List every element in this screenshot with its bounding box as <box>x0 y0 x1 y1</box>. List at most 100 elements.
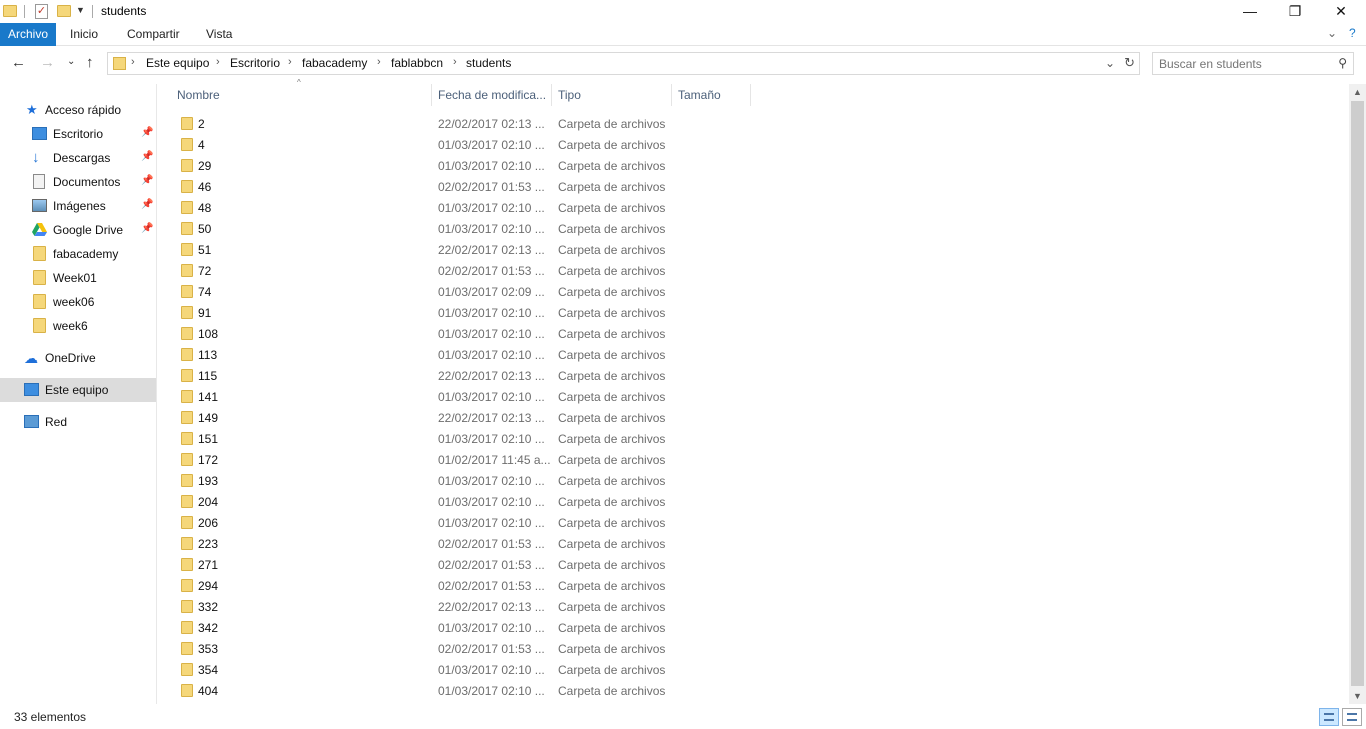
tab-compartir[interactable]: Compartir <box>127 23 180 46</box>
pin-icon[interactable]: 📌 <box>141 127 153 138</box>
file-row[interactable]: 91 01/03/2017 02:10 ... Carpeta de archivo… <box>160 302 1340 323</box>
close-button[interactable]: ✕ <box>1318 0 1364 23</box>
tab-inicio[interactable]: Inicio <box>70 23 98 46</box>
file-type: Carpeta de archivos <box>558 474 666 488</box>
back-arrow-icon[interactable]: ← <box>11 54 26 71</box>
breadcrumb-fablabbcn[interactable]: fablabbcn <box>391 56 443 70</box>
file-row[interactable]: 342 01/03/2017 02:10 ... Carpeta de archiv… <box>160 617 1340 638</box>
pin-icon[interactable]: 📌 <box>141 151 153 162</box>
file-row[interactable]: 151 01/03/2017 02:10 ... Carpeta de archiv… <box>160 428 1340 449</box>
up-arrow-icon[interactable]: ↑ <box>86 54 94 71</box>
file-row[interactable]: 353 02/02/2017 01:53 ... Carpeta de archiv… <box>160 638 1340 659</box>
file-row[interactable]: 404 01/03/2017 02:10 ... Carpeta de archiv… <box>160 680 1340 701</box>
column-header-size[interactable]: Tamaño <box>672 84 750 106</box>
help-icon[interactable]: ? <box>1349 26 1356 40</box>
pin-icon[interactable]: 📌 <box>141 175 153 186</box>
file-type: Carpeta de archivos <box>558 663 666 677</box>
file-date: 22/02/2017 02:13 ... <box>438 411 545 425</box>
nav-item-documentos[interactable]: Documentos 📌 <box>0 170 156 194</box>
chevron-down-icon[interactable]: ⌄ <box>1105 56 1115 70</box>
file-row[interactable]: 48 01/03/2017 02:10 ... Carpeta de archivo… <box>160 197 1340 218</box>
file-row[interactable]: 172 01/02/2017 11:45 a... Carpeta de archi… <box>160 449 1340 470</box>
chevron-right-icon[interactable]: › <box>453 56 457 68</box>
details-view-button[interactable] <box>1319 708 1339 726</box>
recent-locations-icon[interactable]: ⌄ <box>67 56 75 67</box>
properties-icon[interactable]: ✓ <box>35 4 48 19</box>
file-row[interactable]: 271 02/02/2017 01:53 ... Carpeta de archiv… <box>160 554 1340 575</box>
file-row[interactable]: 113 01/03/2017 02:10 ... Carpeta de archiv… <box>160 344 1340 365</box>
folder-icon <box>33 318 46 333</box>
chevron-down-icon[interactable]: ⌄ <box>1327 26 1337 40</box>
breadcrumb-students[interactable]: students <box>466 56 511 70</box>
file-row[interactable]: 2 22/02/2017 02:13 ... Carpeta de archivos <box>160 113 1340 134</box>
search-input[interactable] <box>1159 56 1329 72</box>
search-icon[interactable]: ⚲ <box>1338 56 1347 70</box>
nav-item-quick-access[interactable]: ★ Acceso rápido <box>0 98 156 122</box>
refresh-icon[interactable]: ↻ <box>1124 55 1135 71</box>
file-row[interactable]: 29 01/03/2017 02:10 ... Carpeta de archivo… <box>160 155 1340 176</box>
file-row[interactable]: 74 01/03/2017 02:09 ... Carpeta de archivo… <box>160 281 1340 302</box>
vertical-scrollbar[interactable]: ▲ ▼ <box>1349 84 1366 704</box>
nav-item-imagenes[interactable]: Imágenes 📌 <box>0 194 156 218</box>
customize-toolbar-icon[interactable]: ▼ <box>76 5 85 15</box>
file-row[interactable]: 223 02/02/2017 01:53 ... Carpeta de archiv… <box>160 533 1340 554</box>
documents-icon <box>33 174 45 189</box>
pin-icon[interactable]: 📌 <box>141 199 153 210</box>
forward-arrow-icon[interactable]: → <box>40 54 55 71</box>
file-date: 01/03/2017 02:10 ... <box>438 201 545 215</box>
nav-item-week6[interactable]: week6 <box>0 314 156 338</box>
tab-vista[interactable]: Vista <box>206 23 232 46</box>
maximize-button[interactable]: ❐ <box>1272 0 1318 23</box>
scroll-up-icon[interactable]: ▲ <box>1353 87 1362 97</box>
file-date: 01/02/2017 11:45 a... <box>438 453 551 467</box>
search-box[interactable]: ⚲ <box>1152 52 1354 75</box>
file-row[interactable]: 51 22/02/2017 02:13 ... Carpeta de archivo… <box>160 239 1340 260</box>
file-row[interactable]: 149 22/02/2017 02:13 ... Carpeta de archiv… <box>160 407 1340 428</box>
network-icon <box>24 415 39 428</box>
minimize-button[interactable]: — <box>1227 0 1273 23</box>
large-icons-view-button[interactable] <box>1342 708 1362 726</box>
file-row[interactable]: 72 02/02/2017 01:53 ... Carpeta de archivo… <box>160 260 1340 281</box>
nav-item-google-drive[interactable]: Google Drive 📌 <box>0 218 156 242</box>
column-header-type[interactable]: Tipo <box>552 84 670 106</box>
file-name: 115 <box>198 369 218 383</box>
nav-item-week06[interactable]: week06 <box>0 290 156 314</box>
nav-item-week01[interactable]: Week01 <box>0 266 156 290</box>
scroll-down-icon[interactable]: ▼ <box>1353 691 1362 701</box>
file-row[interactable]: 193 01/03/2017 02:10 ... Carpeta de archiv… <box>160 470 1340 491</box>
file-row[interactable]: 4 01/03/2017 02:10 ... Carpeta de archivos <box>160 134 1340 155</box>
breadcrumb-fabacademy[interactable]: fabacademy <box>302 56 367 70</box>
chevron-right-icon[interactable]: › <box>216 56 220 68</box>
tab-archivo[interactable]: Archivo <box>0 23 56 46</box>
nav-item-fabacademy[interactable]: fabacademy <box>0 242 156 266</box>
column-divider[interactable] <box>750 84 751 106</box>
scrollbar-thumb[interactable] <box>1351 101 1364 686</box>
file-row[interactable]: 50 01/03/2017 02:10 ... Carpeta de archivo… <box>160 218 1340 239</box>
nav-item-escritorio[interactable]: Escritorio 📌 <box>0 122 156 146</box>
column-header-date[interactable]: Fecha de modifica... <box>432 84 550 106</box>
folder-icon <box>181 201 193 214</box>
file-row[interactable]: 46 02/02/2017 01:53 ... Carpeta de archivo… <box>160 176 1340 197</box>
pin-icon[interactable]: 📌 <box>141 223 153 234</box>
chevron-right-icon[interactable]: › <box>131 56 135 68</box>
file-row[interactable]: 332 22/02/2017 02:13 ... Carpeta de archiv… <box>160 596 1340 617</box>
file-row[interactable]: 294 02/02/2017 01:53 ... Carpeta de archiv… <box>160 575 1340 596</box>
file-row[interactable]: 108 01/03/2017 02:10 ... Carpeta de archiv… <box>160 323 1340 344</box>
breadcrumb-este-equipo[interactable]: Este equipo <box>146 56 209 70</box>
file-row[interactable]: 206 01/03/2017 02:10 ... Carpeta de archiv… <box>160 512 1340 533</box>
new-folder-icon[interactable] <box>57 5 71 17</box>
nav-item-este-equipo[interactable]: Este equipo <box>0 378 156 402</box>
chevron-right-icon[interactable]: › <box>288 56 292 68</box>
file-row[interactable]: 354 01/03/2017 02:10 ... Carpeta de archiv… <box>160 659 1340 680</box>
nav-item-descargas[interactable]: ↓ Descargas 📌 <box>0 146 156 170</box>
file-row[interactable]: 141 01/03/2017 02:10 ... Carpeta de archiv… <box>160 386 1340 407</box>
chevron-right-icon[interactable]: › <box>377 56 381 68</box>
nav-item-onedrive[interactable]: ☁ OneDrive <box>0 346 156 370</box>
breadcrumb-escritorio[interactable]: Escritorio <box>230 56 280 70</box>
file-row[interactable]: 204 01/03/2017 02:10 ... Carpeta de archiv… <box>160 491 1340 512</box>
nav-item-red[interactable]: Red <box>0 410 156 434</box>
address-bar[interactable]: › Este equipo › Escritorio › fabacademy … <box>107 52 1140 75</box>
file-row[interactable]: 115 22/02/2017 02:13 ... Carpeta de archiv… <box>160 365 1340 386</box>
column-header-name[interactable]: Nombre <box>171 84 431 106</box>
file-date: 22/02/2017 02:13 ... <box>438 369 545 383</box>
